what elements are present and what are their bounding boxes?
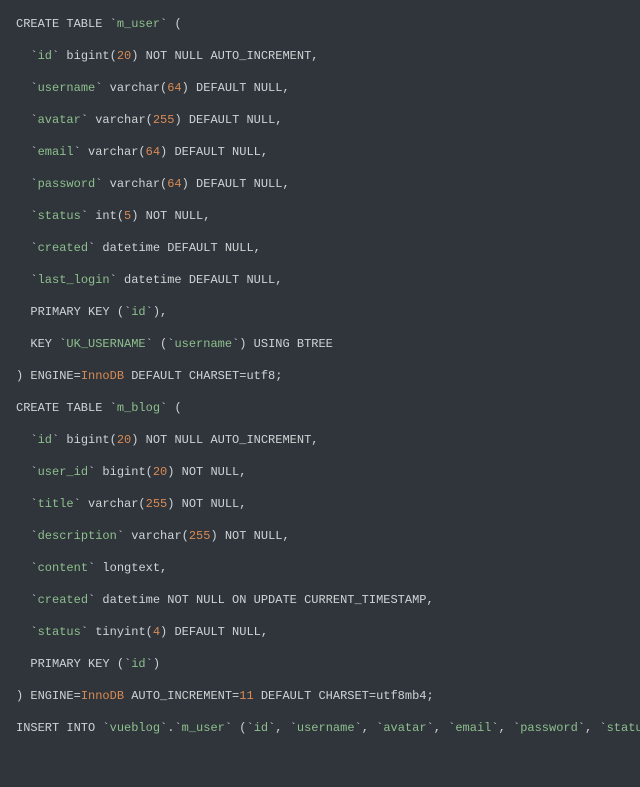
create-table: CREATE TABLE `m_blog` (: [16, 400, 640, 416]
column-def: `description` varchar(255) NOT NULL,: [16, 528, 640, 544]
insert-stmt: INSERT INTO `vueblog`.`m_user` (`id`, `u…: [16, 720, 640, 736]
column-def: `id` bigint(20) NOT NULL AUTO_INCREMENT,: [16, 48, 640, 64]
column-def: `last_login` datetime DEFAULT NULL,: [16, 272, 640, 288]
column-def: `created` datetime DEFAULT NULL,: [16, 240, 640, 256]
column-def: `id` bigint(20) NOT NULL AUTO_INCREMENT,: [16, 432, 640, 448]
key-def: KEY `UK_USERNAME` (`username`) USING BTR…: [16, 336, 640, 352]
column-def: `status` int(5) NOT NULL,: [16, 208, 640, 224]
column-def: `username` varchar(64) DEFAULT NULL,: [16, 80, 640, 96]
table-close: ) ENGINE=InnoDB DEFAULT CHARSET=utf8;: [16, 368, 640, 384]
column-def: `email` varchar(64) DEFAULT NULL,: [16, 144, 640, 160]
column-def: `password` varchar(64) DEFAULT NULL,: [16, 176, 640, 192]
primary-key: PRIMARY KEY (`id`): [16, 656, 640, 672]
column-def: `created` datetime NOT NULL ON UPDATE CU…: [16, 592, 640, 608]
create-table: CREATE TABLE `m_user` (: [16, 16, 640, 32]
sql-code-block: CREATE TABLE `m_user` ( `id` bigint(20) …: [0, 0, 640, 787]
column-def: `status` tinyint(4) DEFAULT NULL,: [16, 624, 640, 640]
column-def: `title` varchar(255) NOT NULL,: [16, 496, 640, 512]
table-close: ) ENGINE=InnoDB AUTO_INCREMENT=11 DEFAUL…: [16, 688, 640, 704]
primary-key: PRIMARY KEY (`id`),: [16, 304, 640, 320]
column-def: `user_id` bigint(20) NOT NULL,: [16, 464, 640, 480]
column-def: `avatar` varchar(255) DEFAULT NULL,: [16, 112, 640, 128]
column-def: `content` longtext,: [16, 560, 640, 576]
